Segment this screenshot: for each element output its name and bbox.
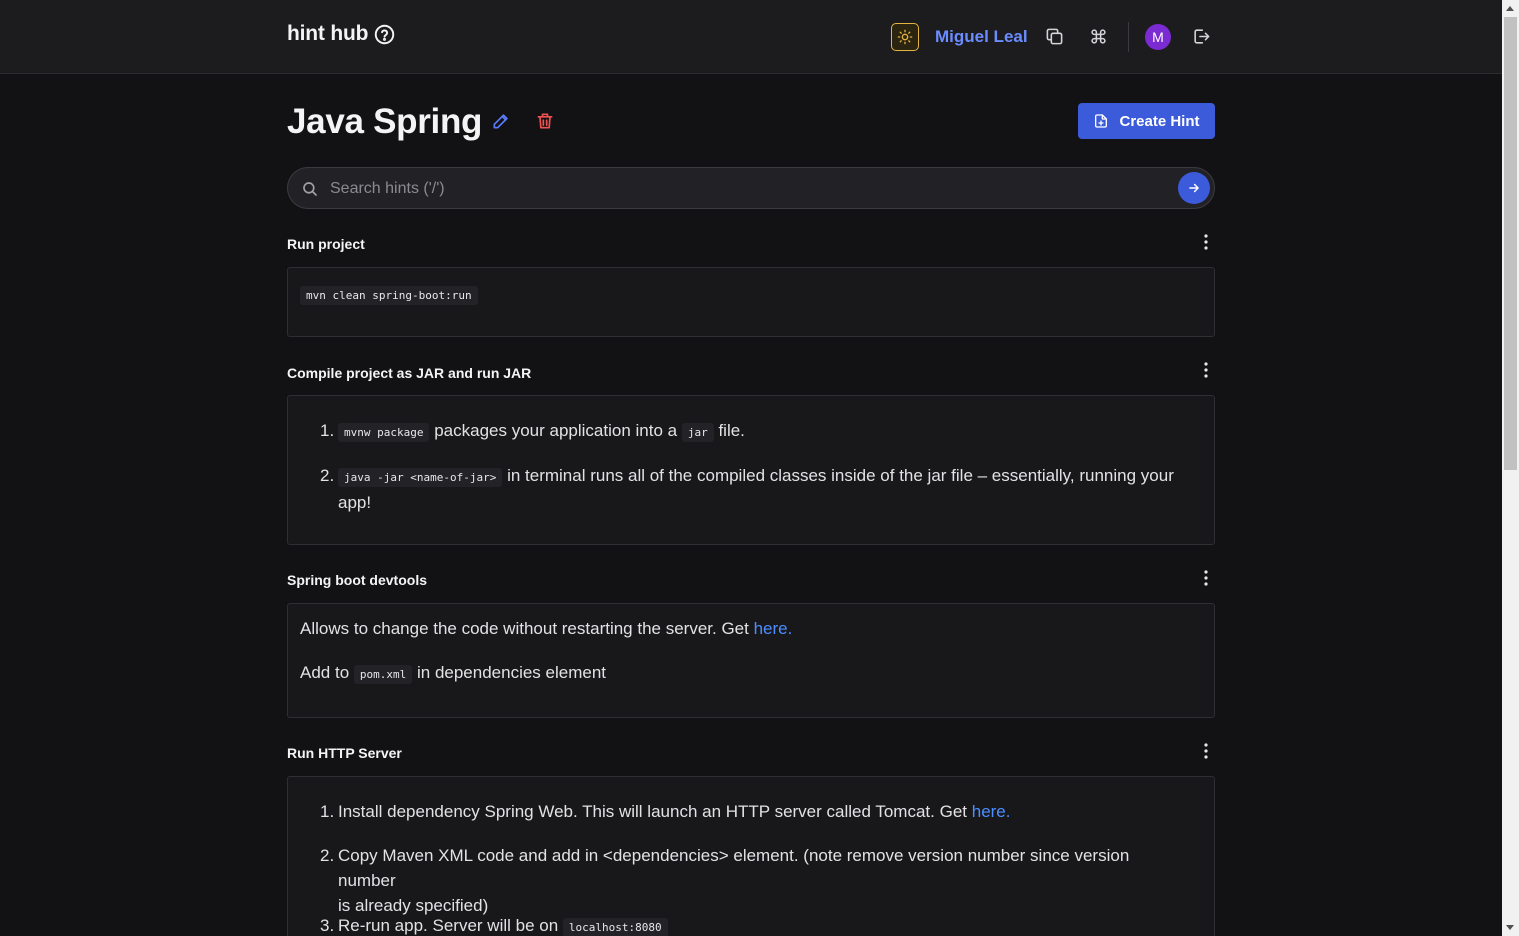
scroll-up-arrow[interactable] — [1506, 6, 1514, 11]
scrollbar-thumb[interactable] — [1504, 17, 1517, 470]
user-name-link[interactable]: Miguel Leal — [935, 27, 1028, 47]
paragraph-text: Allows to change the code without restar… — [300, 619, 749, 638]
header-divider — [1128, 22, 1129, 52]
kebab-icon — [1204, 362, 1208, 378]
copy-icon — [1046, 28, 1062, 44]
step-text: Re-run app. Server will be on — [338, 916, 559, 935]
list-item: 2. java -jar <name-of-jar> in terminal r… — [320, 463, 1186, 515]
hint-card: mvn clean spring-boot:run — [287, 267, 1215, 337]
step-number: 1. — [320, 421, 335, 440]
hint-title: Run project — [287, 236, 365, 252]
top-bar: hint hub Miguel Leal M — [0, 0, 1502, 74]
search-icon — [303, 182, 317, 196]
page-title: Java Spring — [287, 102, 483, 141]
hint-title: Compile project as JAR and run JAR — [287, 365, 532, 381]
hint-link[interactable]: here. — [754, 619, 793, 638]
list-item: 1. Install dependency Spring Web. This w… — [320, 799, 1186, 824]
pencil-icon — [493, 114, 508, 129]
theme-toggle-button[interactable] — [891, 23, 919, 51]
kebab-icon — [1204, 570, 1208, 586]
command-icon — [1090, 28, 1106, 44]
create-hint-label: Create Hint — [1119, 112, 1200, 130]
create-hint-button[interactable]: Create Hint — [1078, 103, 1215, 139]
step-text: app! — [338, 493, 372, 512]
hint-code: mvnw package — [338, 423, 430, 442]
step-number: 2. — [320, 466, 335, 485]
step-number: 3. — [320, 916, 335, 935]
hint-menu-button[interactable] — [1196, 568, 1216, 588]
sun-icon — [897, 29, 913, 45]
paragraph-text: Add to — [300, 663, 350, 682]
hint-code: localhost:8080 — [562, 918, 668, 936]
hint-link[interactable]: here. — [972, 802, 1011, 821]
brand-logo[interactable]: hint hub — [287, 22, 395, 46]
hint-card: Allows to change the code without restar… — [287, 603, 1215, 718]
copy-button[interactable] — [1044, 26, 1064, 46]
app-viewport: hint hub Miguel Leal M Java Spring Creat… — [0, 0, 1502, 936]
search-input[interactable] — [330, 178, 1160, 200]
step-text: Install dependency Spring Web. This will… — [338, 802, 967, 821]
hint-menu-button[interactable] — [1196, 360, 1216, 380]
list-item: 3. Re-run app. Server will be on localho… — [320, 913, 1186, 936]
hint-code: pom.xml — [353, 665, 413, 684]
delete-title-button[interactable] — [535, 111, 555, 131]
file-plus-icon — [1095, 114, 1108, 128]
trash-icon — [537, 113, 553, 129]
list-item: 2. Copy Maven XML code and add in <depen… — [320, 843, 1186, 918]
hint-code: mvn clean spring-boot:run — [300, 286, 478, 305]
edit-title-button[interactable] — [491, 111, 511, 131]
step-text: file. — [718, 421, 745, 440]
hint-card: 1. Install dependency Spring Web. This w… — [287, 776, 1215, 936]
hint-menu-button[interactable] — [1196, 741, 1216, 761]
hint-paragraph: Allows to change the code without restar… — [300, 619, 792, 639]
logout-button[interactable] — [1191, 26, 1211, 46]
hint-menu-button[interactable] — [1196, 232, 1216, 252]
scroll-down-arrow[interactable] — [1506, 925, 1514, 930]
step-text: Copy Maven XML code and add in <dependen… — [338, 846, 1130, 890]
hint-code: java -jar <name-of-jar> — [338, 468, 503, 487]
hint-card: 1. mvnw package packages your applicatio… — [287, 395, 1215, 545]
hint-paragraph: Add to pom.xml in dependencies element — [300, 663, 607, 684]
search-bar — [287, 167, 1215, 209]
search-submit-button[interactable] — [1178, 172, 1210, 204]
step-text: packages your application into a — [434, 421, 678, 440]
kebab-icon — [1204, 743, 1208, 759]
question-circle-icon — [374, 24, 395, 44]
list-item: 1. mvnw package packages your applicatio… — [320, 418, 1186, 445]
step-text: in terminal runs all of the compiled cla… — [507, 466, 1174, 485]
hint-title: Spring boot devtools — [287, 572, 427, 588]
kebab-icon — [1204, 234, 1208, 250]
hint-code: jar — [681, 423, 714, 442]
page-scrollbar[interactable] — [1502, 0, 1519, 936]
brand-name: hint hub — [287, 22, 369, 45]
arrow-right-icon — [1189, 183, 1199, 193]
step-number: 2. — [320, 846, 335, 865]
paragraph-text: in dependencies element — [416, 663, 607, 682]
step-number: 1. — [320, 802, 335, 821]
avatar[interactable]: M — [1145, 24, 1171, 50]
logout-icon — [1193, 28, 1209, 44]
hint-title: Run HTTP Server — [287, 745, 402, 761]
command-palette-button[interactable] — [1088, 26, 1108, 46]
